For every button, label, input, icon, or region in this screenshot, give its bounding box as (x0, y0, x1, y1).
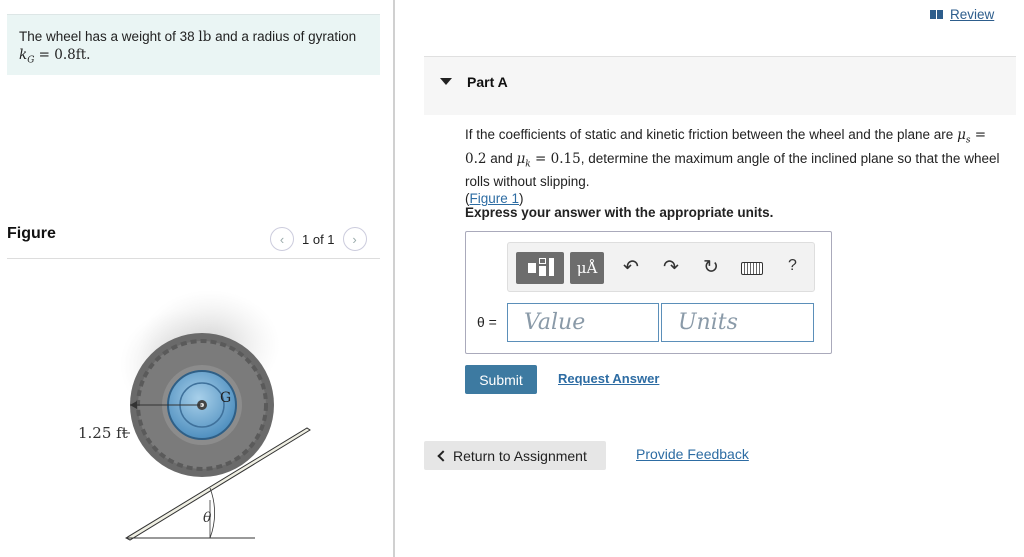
problem-text-prefix: The wheel has a weight of 38 (19, 29, 199, 44)
kg-symbol: k (19, 47, 28, 63)
figure-heading: Figure (7, 225, 56, 242)
part-header[interactable]: Part A (424, 56, 1016, 115)
panel-divider (393, 0, 395, 557)
wheel-incline-figure: G 1.25 ft θ (78, 290, 311, 541)
problem-statement: The wheel has a weight of 38 lb and a ra… (7, 14, 380, 75)
units-input[interactable] (661, 303, 814, 342)
submit-button[interactable]: Submit (465, 365, 537, 394)
review-link[interactable]: Review (930, 7, 994, 22)
reset-icon[interactable]: ↻ (700, 256, 722, 279)
center-label: G (220, 390, 231, 406)
chevron-left-icon (437, 449, 449, 462)
question-text: If the coefficients of static and kineti… (465, 126, 1010, 207)
templates-button[interactable] (516, 252, 564, 284)
units-button[interactable]: μÅ (570, 252, 604, 284)
chevron-left-icon: ‹ (279, 231, 285, 247)
caret-down-icon[interactable] (440, 78, 452, 85)
answer-instruction: Express your answer with the appropriate… (465, 205, 774, 220)
radius-label: 1.25 ft (78, 424, 128, 442)
problem-text-mid: and a radius of gyration (211, 29, 357, 44)
answer-box: μÅ ↶ ↷ ↻ ? θ = (465, 231, 832, 354)
figure-pager: ‹ 1 of 1 › (270, 227, 367, 251)
value-input[interactable] (507, 303, 659, 342)
left-panel: The wheel has a weight of 38 lb and a ra… (0, 0, 393, 557)
kg-value: = 0.8ft. (34, 47, 91, 63)
prev-figure-button[interactable]: ‹ (270, 227, 294, 251)
next-figure-button[interactable]: › (342, 227, 367, 251)
request-answer-link[interactable]: Request Answer (558, 371, 659, 386)
review-label: Review (950, 7, 995, 22)
mu-symbol-2: μ (516, 150, 526, 167)
return-to-assignment-button[interactable]: Return to Assignment (424, 441, 606, 470)
mu-k-value: = 0.15 (530, 150, 581, 167)
provide-feedback-link[interactable]: Provide Feedback (636, 446, 749, 462)
and-text: and (486, 150, 517, 166)
math-toolbar: μÅ ↶ ↷ ↻ ? (507, 242, 815, 292)
return-label: Return to Assignment (453, 447, 587, 464)
help-button[interactable]: ? (788, 257, 797, 275)
mu-symbol: μ (957, 127, 966, 143)
theta-label: θ = (477, 314, 497, 330)
book-icon (930, 10, 944, 19)
redo-icon[interactable]: ↷ (660, 256, 682, 279)
figure-divider (7, 258, 380, 259)
keyboard-icon[interactable] (741, 262, 763, 275)
pager-text: 1 of 1 (302, 231, 335, 247)
weight-unit: lb (198, 29, 212, 45)
part-title: Part A (467, 74, 508, 90)
undo-icon[interactable]: ↶ (620, 256, 642, 279)
question-text-1: If the coefficients of static and kineti… (465, 127, 958, 142)
angle-label: θ (203, 510, 212, 526)
chevron-right-icon: › (352, 231, 357, 247)
